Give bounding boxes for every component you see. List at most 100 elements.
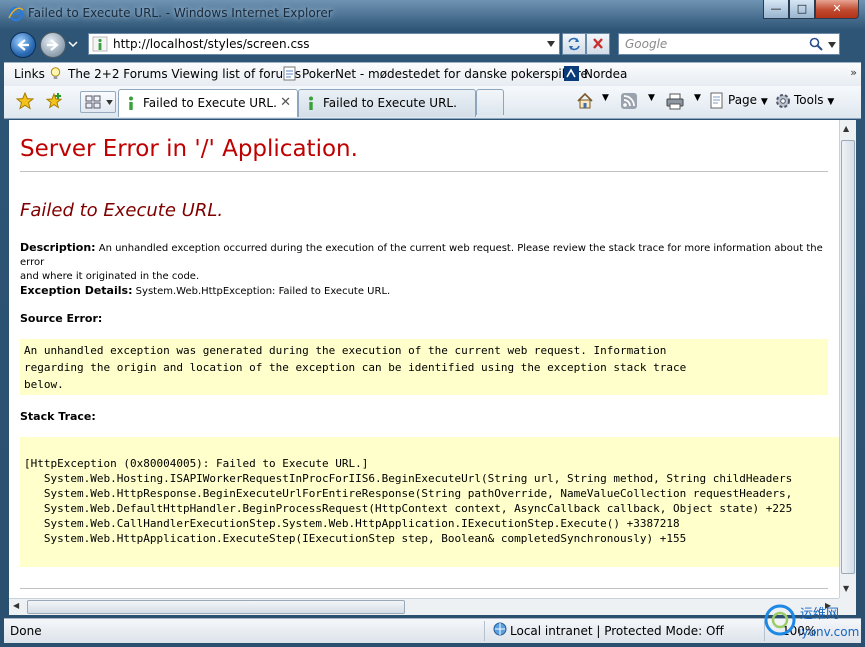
status-bar: Done Local intranet | Protected Mode: Of… bbox=[4, 618, 861, 643]
stack-line: [HttpException (0x80004005): Failed to E… bbox=[24, 457, 369, 470]
forward-button[interactable] bbox=[40, 32, 66, 58]
watermark-cn: 运维网 bbox=[800, 607, 839, 622]
source-line: below. bbox=[24, 378, 64, 391]
horizontal-scrollbar[interactable]: ◀ ▶ bbox=[9, 598, 839, 615]
minimize-button[interactable]: — bbox=[763, 0, 789, 19]
vertical-scroll-thumb[interactable] bbox=[841, 140, 855, 574]
scroll-up-icon[interactable]: ▲ bbox=[843, 124, 849, 133]
source-error-heading: Source Error: bbox=[20, 312, 830, 327]
description-text: An unhandled exception occurred during t… bbox=[20, 243, 823, 268]
gear-icon bbox=[776, 94, 790, 108]
close-tab-icon[interactable]: ✕ bbox=[280, 95, 291, 110]
address-input[interactable]: http://localhost/styles/screen.css bbox=[113, 37, 310, 51]
address-dropdown-icon[interactable] bbox=[547, 41, 555, 47]
add-favorites-icon[interactable] bbox=[46, 92, 64, 110]
description-text-2: and where it originated in the code. bbox=[20, 271, 200, 282]
maximize-button[interactable]: □ bbox=[789, 0, 815, 19]
tab-failed-to-execute-2[interactable]: Failed to Execute URL. bbox=[298, 89, 476, 117]
stack-line: System.Web.DefaultHttpHandler.BeginProce… bbox=[24, 502, 793, 515]
tab-label: Failed to Execute URL. bbox=[323, 96, 457, 110]
home-icon[interactable] bbox=[576, 92, 594, 110]
security-zone-text[interactable]: Local intranet | Protected Mode: Off bbox=[510, 624, 724, 638]
bulb-icon bbox=[50, 67, 61, 79]
refresh-button[interactable] bbox=[562, 33, 586, 55]
page-title: Server Error in '/' Application. bbox=[20, 136, 358, 162]
feeds-dropdown-icon[interactable]: ▼ bbox=[648, 93, 655, 103]
page-info-icon bbox=[309, 96, 313, 110]
print-dropdown-icon[interactable]: ▼ bbox=[694, 93, 701, 103]
page-menu-button[interactable]: Page ▼ bbox=[728, 93, 768, 107]
description-paragraph: Description: An unhandled exception occu… bbox=[20, 241, 830, 284]
page-info-icon bbox=[129, 96, 133, 110]
exception-text: System.Web.HttpException: Failed to Exec… bbox=[135, 286, 391, 297]
link-pokernet[interactable]: PokerNet - mødestedet for danske pokersp… bbox=[302, 67, 588, 81]
scroll-down-icon[interactable]: ▼ bbox=[843, 584, 849, 593]
recent-pages-dropdown-icon[interactable] bbox=[68, 39, 78, 49]
page-menu-label: Page bbox=[728, 93, 758, 107]
source-error-text: An unhandled exception was generated dur… bbox=[24, 342, 686, 393]
page-info-icon bbox=[92, 36, 108, 52]
divider bbox=[20, 588, 828, 589]
source-error-box: An unhandled exception was generated dur… bbox=[20, 339, 828, 395]
back-arrow-icon bbox=[17, 39, 29, 51]
stack-line: System.Web.HttpApplication.ExecuteStep(I… bbox=[24, 532, 687, 545]
links-bar: Links The 2+2 Forums Viewing list of for… bbox=[4, 62, 861, 87]
tools-menu-label: Tools bbox=[794, 93, 824, 107]
horizontal-scroll-thumb[interactable] bbox=[27, 600, 405, 614]
window-controls: — □ ✕ bbox=[763, 0, 859, 20]
favorites-star-icon[interactable] bbox=[16, 92, 34, 110]
search-dropdown-icon[interactable] bbox=[828, 42, 836, 48]
search-box[interactable]: Google bbox=[618, 33, 840, 55]
source-line: regarding the origin and location of the… bbox=[24, 361, 687, 374]
links-label: Links bbox=[14, 67, 45, 81]
ie-logo-icon bbox=[8, 6, 24, 22]
site-watermark: 运维网 iyunv.com bbox=[764, 604, 859, 639]
title-bar: Failed to Execute URL. - Windows Interne… bbox=[0, 0, 865, 28]
stack-line: System.Web.Hosting.ISAPIWorkerRequestInP… bbox=[24, 472, 793, 485]
description-label: Description: bbox=[20, 241, 96, 254]
refresh-icon bbox=[568, 37, 580, 51]
tab-list-dropdown-icon[interactable] bbox=[106, 100, 113, 105]
page-icon bbox=[283, 66, 296, 81]
exception-details: Exception Details: System.Web.HttpExcept… bbox=[20, 284, 830, 299]
forward-arrow-icon bbox=[47, 39, 59, 51]
quick-tabs-button[interactable] bbox=[80, 91, 116, 113]
tab-failed-to-execute-1[interactable]: Failed to Execute URL. ✕ bbox=[118, 89, 298, 117]
tab-bar: Failed to Execute URL. ✕ Failed to Execu… bbox=[4, 86, 861, 119]
tab-label: Failed to Execute URL. bbox=[143, 96, 277, 110]
stack-trace-box: [HttpException (0x80004005): Failed to E… bbox=[20, 437, 839, 567]
window-title: Failed to Execute URL. - Windows Interne… bbox=[28, 6, 333, 20]
tools-menu-button[interactable]: Tools ▼ bbox=[794, 93, 834, 107]
scroll-left-icon[interactable]: ◀ bbox=[13, 601, 19, 610]
page-menu-icon bbox=[710, 92, 723, 109]
status-text: Done bbox=[10, 624, 42, 638]
print-icon[interactable] bbox=[666, 92, 684, 110]
stop-button[interactable] bbox=[586, 33, 610, 55]
status-separator bbox=[484, 621, 485, 641]
new-tab-button[interactable] bbox=[476, 89, 504, 115]
stack-line: System.Web.HttpResponse.BeginExecuteUrlF… bbox=[24, 487, 793, 500]
link-nordea[interactable]: Nordea bbox=[584, 67, 627, 81]
rss-feeds-icon[interactable] bbox=[620, 92, 638, 110]
stack-trace-label: Stack Trace: bbox=[20, 410, 96, 423]
home-dropdown-icon[interactable]: ▼ bbox=[602, 93, 609, 103]
links-more-chevron-icon[interactable]: » bbox=[850, 66, 857, 79]
link-2plus2-forums[interactable]: The 2+2 Forums Viewing list of forums bbox=[68, 67, 301, 81]
error-subtitle: Failed to Execute URL. bbox=[20, 200, 224, 221]
stack-trace-heading: Stack Trace: bbox=[20, 410, 830, 425]
source-error-label: Source Error: bbox=[20, 312, 103, 325]
back-button[interactable] bbox=[10, 32, 36, 58]
ie-window: Failed to Execute URL. - Windows Interne… bbox=[0, 0, 865, 647]
close-window-button[interactable]: ✕ bbox=[815, 0, 859, 19]
vertical-scrollbar[interactable]: ▲ ▼ bbox=[839, 120, 856, 598]
address-bar[interactable]: http://localhost/styles/screen.css bbox=[88, 33, 560, 55]
divider bbox=[20, 171, 828, 172]
stop-icon bbox=[593, 38, 603, 49]
search-input[interactable]: Google bbox=[625, 37, 667, 51]
watermark-en: iyunv.com bbox=[798, 625, 859, 639]
quick-tabs-icon bbox=[85, 95, 101, 109]
navigation-bar: http://localhost/styles/screen.css Googl… bbox=[0, 30, 865, 60]
source-line: An unhandled exception was generated dur… bbox=[24, 344, 667, 357]
nordea-icon bbox=[564, 66, 579, 81]
search-icon[interactable] bbox=[809, 37, 823, 51]
